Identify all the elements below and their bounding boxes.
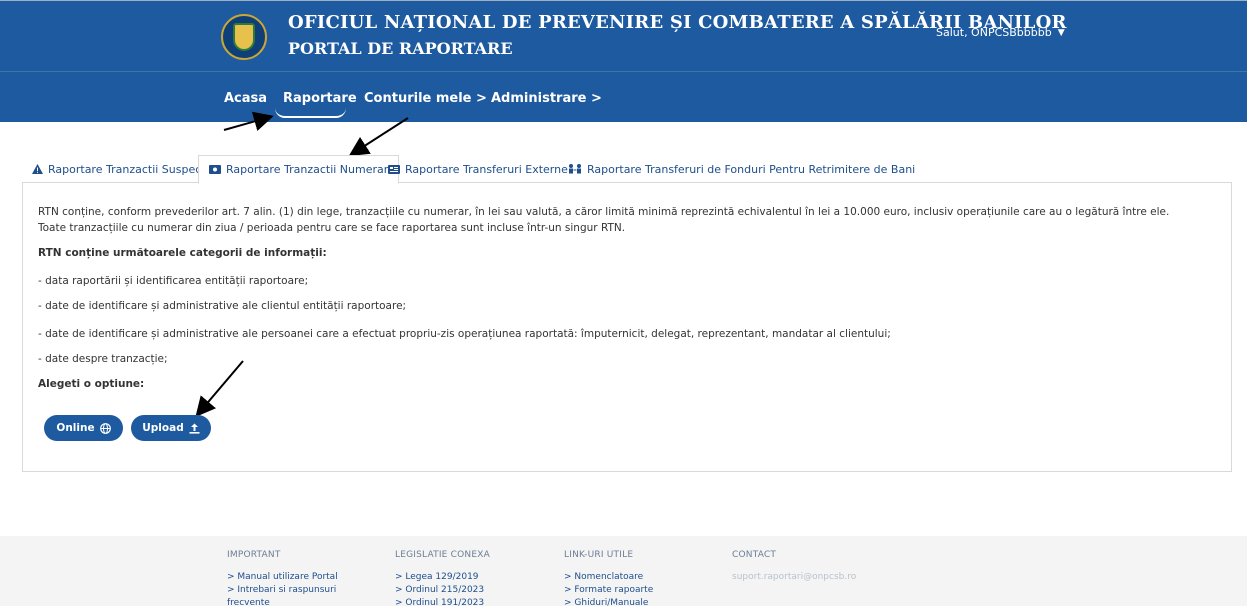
- tab-label: Raportare Transferuri Externe: [405, 162, 568, 176]
- category-item: - date despre tranzacție;: [38, 353, 168, 365]
- arrow-to-raportare: [223, 111, 274, 131]
- footer-heading: LEGISLATIE CONEXA: [395, 550, 490, 560]
- footer-link-ordinul-191[interactable]: > Ordinul 191/2023: [395, 597, 490, 606]
- report-tabs: Raportare Tranzactii Suspecte Raportare …: [22, 155, 1232, 184]
- tab-label: Raportare Transferuri de Fonduri Pentru …: [587, 162, 916, 176]
- category-item: - data raportării și identificarea entit…: [38, 275, 309, 287]
- arrow-to-numerar-tab: [348, 117, 409, 157]
- footer-link-faq[interactable]: > Intrebari si raspunsuri: [227, 584, 338, 597]
- description-paragraph-1: RTN conține, conform prevederilor art. 7…: [38, 206, 1170, 218]
- tab-tranzactii-numerar[interactable]: Raportare Tranzactii Numerar: [198, 155, 400, 184]
- footer-linkuri: LINK-URI UTILE > Nomenclatoare > Formate…: [564, 550, 653, 606]
- footer-link-formate[interactable]: > Formate rapoarte: [564, 584, 653, 597]
- tab-label: Raportare Tranzactii Suspecte: [48, 162, 213, 176]
- tab-tranzactii-suspecte[interactable]: Raportare Tranzactii Suspecte: [22, 155, 222, 183]
- online-button[interactable]: Online: [44, 415, 123, 441]
- warning-icon: [32, 164, 43, 174]
- people-transfer-icon: [569, 164, 581, 174]
- upload-button[interactable]: Upload: [131, 415, 211, 441]
- site-footer: IMPORTANT > Manual utilizare Portal > In…: [0, 536, 1247, 606]
- footer-link-faq-cont[interactable]: frecvente: [227, 597, 338, 606]
- upload-button-label: Upload: [142, 422, 184, 434]
- upload-icon: [189, 423, 200, 434]
- footer-heading: IMPORTANT: [227, 550, 281, 560]
- footer-legislatie: LEGISLATIE CONEXA > Legea 129/2019 > Ord…: [395, 550, 490, 606]
- online-button-label: Online: [56, 422, 95, 434]
- footer-link-nomenclatoare[interactable]: > Nomenclatoare: [564, 571, 653, 584]
- cash-icon: [209, 165, 221, 174]
- footer-important: IMPORTANT > Manual utilizare Portal > In…: [227, 550, 338, 606]
- globe-icon: [99, 422, 111, 434]
- tab-transferuri-fonduri[interactable]: Raportare Transferuri de Fonduri Pentru …: [558, 155, 925, 183]
- footer-link-ordinul-215[interactable]: > Ordinul 215/2023: [395, 584, 490, 597]
- footer-link-manual[interactable]: > Manual utilizare Portal: [227, 571, 338, 584]
- choose-option-label: Alegeti o optiune:: [38, 378, 145, 390]
- tab-panel-numerar: RTN conține, conform prevederilor art. 7…: [22, 183, 1232, 472]
- footer-contact-email[interactable]: suport.raportari@onpcsb.ro: [732, 571, 856, 584]
- description-paragraph-2: Toate tranzacțiile cu numerar din ziua /…: [38, 222, 626, 234]
- category-item: - date de identificare și administrative…: [38, 328, 891, 340]
- tab-label: Raportare Tranzactii Numerar: [226, 163, 389, 176]
- footer-contact: CONTACT suport.raportari@onpcsb.ro: [732, 550, 856, 584]
- footer-heading: CONTACT: [732, 550, 777, 560]
- id-card-icon: [388, 164, 400, 174]
- tab-transferuri-externe[interactable]: Raportare Transferuri Externe: [378, 155, 578, 183]
- footer-link-ghiduri[interactable]: > Ghiduri/Manuale: [564, 597, 653, 606]
- category-item: - date de identificare și administrative…: [38, 300, 407, 312]
- footer-heading: LINK-URI UTILE: [564, 550, 634, 560]
- footer-link-legea[interactable]: > Legea 129/2019: [395, 571, 490, 584]
- categories-heading: RTN conține următoarele categorii de inf…: [38, 247, 327, 259]
